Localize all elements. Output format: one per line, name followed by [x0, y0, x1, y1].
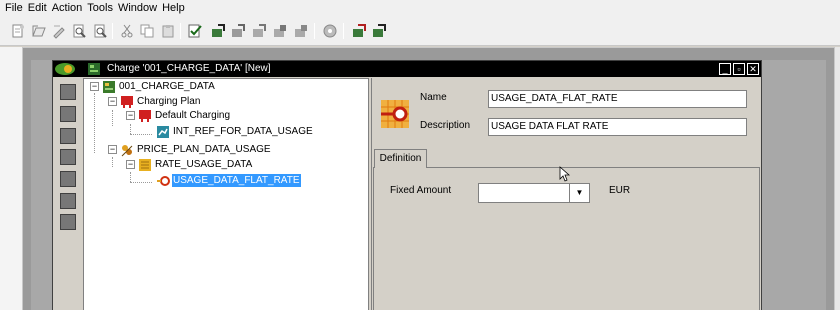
restore-button[interactable]: ▫: [733, 63, 745, 75]
tree-connector: [94, 93, 95, 153]
tree-collapse-toggle[interactable]: −: [108, 97, 117, 106]
tree-collapse-toggle[interactable]: −: [126, 111, 135, 120]
currency-label: EUR: [609, 185, 631, 196]
tree-collapse-toggle[interactable]: −: [90, 82, 99, 91]
window-titlebar[interactable]: Charge '001_CHARGE_DATA' [New] _ ▫ ✕: [53, 61, 761, 77]
fixed-amount-label: Fixed Amount: [390, 185, 452, 196]
dropdown-arrow-icon[interactable]: ▼: [569, 184, 589, 202]
tree-node-label[interactable]: Default Charging: [154, 109, 231, 122]
tree-connector: [130, 134, 152, 135]
import-icon[interactable]: [230, 23, 246, 39]
side-tool-button[interactable]: [60, 106, 76, 122]
tree-node-label[interactable]: INT_REF_FOR_DATA_USAGE: [172, 125, 314, 138]
tree-collapse-toggle[interactable]: −: [108, 145, 117, 154]
flat-rate-icon: [157, 176, 170, 186]
tree-connector: [130, 124, 131, 134]
tree-connector: [130, 182, 152, 183]
side-tool-button[interactable]: [60, 149, 76, 165]
minimize-button[interactable]: _: [719, 63, 731, 75]
description-label: Description: [420, 120, 471, 131]
toolbar-separator: [180, 23, 181, 39]
fixed-amount-combo[interactable]: ▼: [478, 183, 590, 203]
tree-node-label[interactable]: RATE_USAGE_DATA: [154, 158, 253, 171]
side-tool-button[interactable]: [60, 193, 76, 209]
toolbar-separator: [314, 23, 315, 39]
menu-window[interactable]: Window: [117, 2, 161, 14]
menu-edit[interactable]: Edit: [27, 2, 51, 14]
tree-node-label[interactable]: PRICE_PLAN_DATA_USAGE: [136, 143, 272, 156]
window-title: Charge '001_CHARGE_DATA' [New]: [107, 63, 271, 74]
paste-icon[interactable]: [160, 23, 176, 39]
flat-rate-large-icon: [381, 100, 409, 128]
close-button[interactable]: ✕: [747, 63, 759, 75]
new-icon[interactable]: [10, 23, 26, 39]
edit-icon[interactable]: [51, 23, 67, 39]
name-label: Name: [420, 92, 447, 103]
find-next-icon[interactable]: [92, 23, 108, 39]
merge-icon[interactable]: [293, 23, 309, 39]
name-field[interactable]: USAGE_DATA_FLAT_RATE: [488, 90, 747, 108]
charge-icon: [103, 81, 115, 93]
menu-action[interactable]: Action: [51, 2, 87, 14]
charge-tree: − 001_CHARGE_DATA − Charging Plan − Defa…: [83, 78, 369, 310]
open-icon[interactable]: [31, 23, 47, 39]
app-icon: [55, 63, 75, 75]
tree-connector: [130, 172, 131, 182]
copy-icon[interactable]: [139, 23, 155, 39]
charge-editor-window: Charge '001_CHARGE_DATA' [New] _ ▫ ✕ − 0…: [52, 60, 762, 310]
toolbar-separator: [112, 23, 113, 39]
report-all-icon[interactable]: [371, 23, 387, 39]
cut-icon[interactable]: [119, 23, 135, 39]
side-tool-strip: [53, 77, 84, 310]
default-charging-icon: [139, 110, 151, 122]
deploy-icon[interactable]: [322, 23, 338, 39]
tree-node-label[interactable]: 001_CHARGE_DATA: [118, 80, 216, 93]
report-icon[interactable]: [351, 23, 367, 39]
rate-icon: [139, 159, 151, 171]
menu-bar: File Edit Action Tools Window Help: [0, 0, 840, 16]
menu-tools[interactable]: Tools: [86, 2, 117, 14]
tree-node-label[interactable]: Charging Plan: [136, 95, 201, 108]
tree-connector: [112, 110, 113, 126]
interface-reference-icon: [157, 126, 169, 138]
charge-icon: [88, 63, 100, 75]
tree-node-label-selected[interactable]: USAGE_DATA_FLAT_RATE: [172, 174, 301, 187]
menu-file[interactable]: File: [4, 2, 27, 14]
side-tool-button[interactable]: [60, 214, 76, 230]
side-tool-button[interactable]: [60, 171, 76, 187]
price-plan-icon: [121, 145, 133, 157]
definition-panel: Fixed Amount ▼ EUR: [373, 166, 760, 310]
compare-icon[interactable]: [272, 23, 288, 39]
find-icon[interactable]: [71, 23, 87, 39]
workspace-edge: [835, 47, 840, 310]
side-tool-button[interactable]: [60, 128, 76, 144]
tab-definition[interactable]: Definition: [374, 149, 427, 168]
mouse-cursor-icon: [559, 166, 571, 182]
detail-form: Name USAGE_DATA_FLAT_RATE Description US…: [371, 78, 761, 310]
toolbar-separator: [343, 23, 344, 39]
tree-collapse-toggle[interactable]: −: [126, 160, 135, 169]
side-tool-button[interactable]: [60, 84, 76, 100]
charging-plan-icon: [121, 96, 133, 108]
import-all-icon[interactable]: [251, 23, 267, 39]
export-icon[interactable]: [210, 23, 226, 39]
tree-connector: [112, 157, 113, 167]
menu-help[interactable]: Help: [161, 2, 189, 14]
description-field[interactable]: USAGE DATA FLAT RATE: [488, 118, 747, 136]
toolbar: [0, 16, 840, 46]
validate-icon[interactable]: [187, 23, 203, 39]
